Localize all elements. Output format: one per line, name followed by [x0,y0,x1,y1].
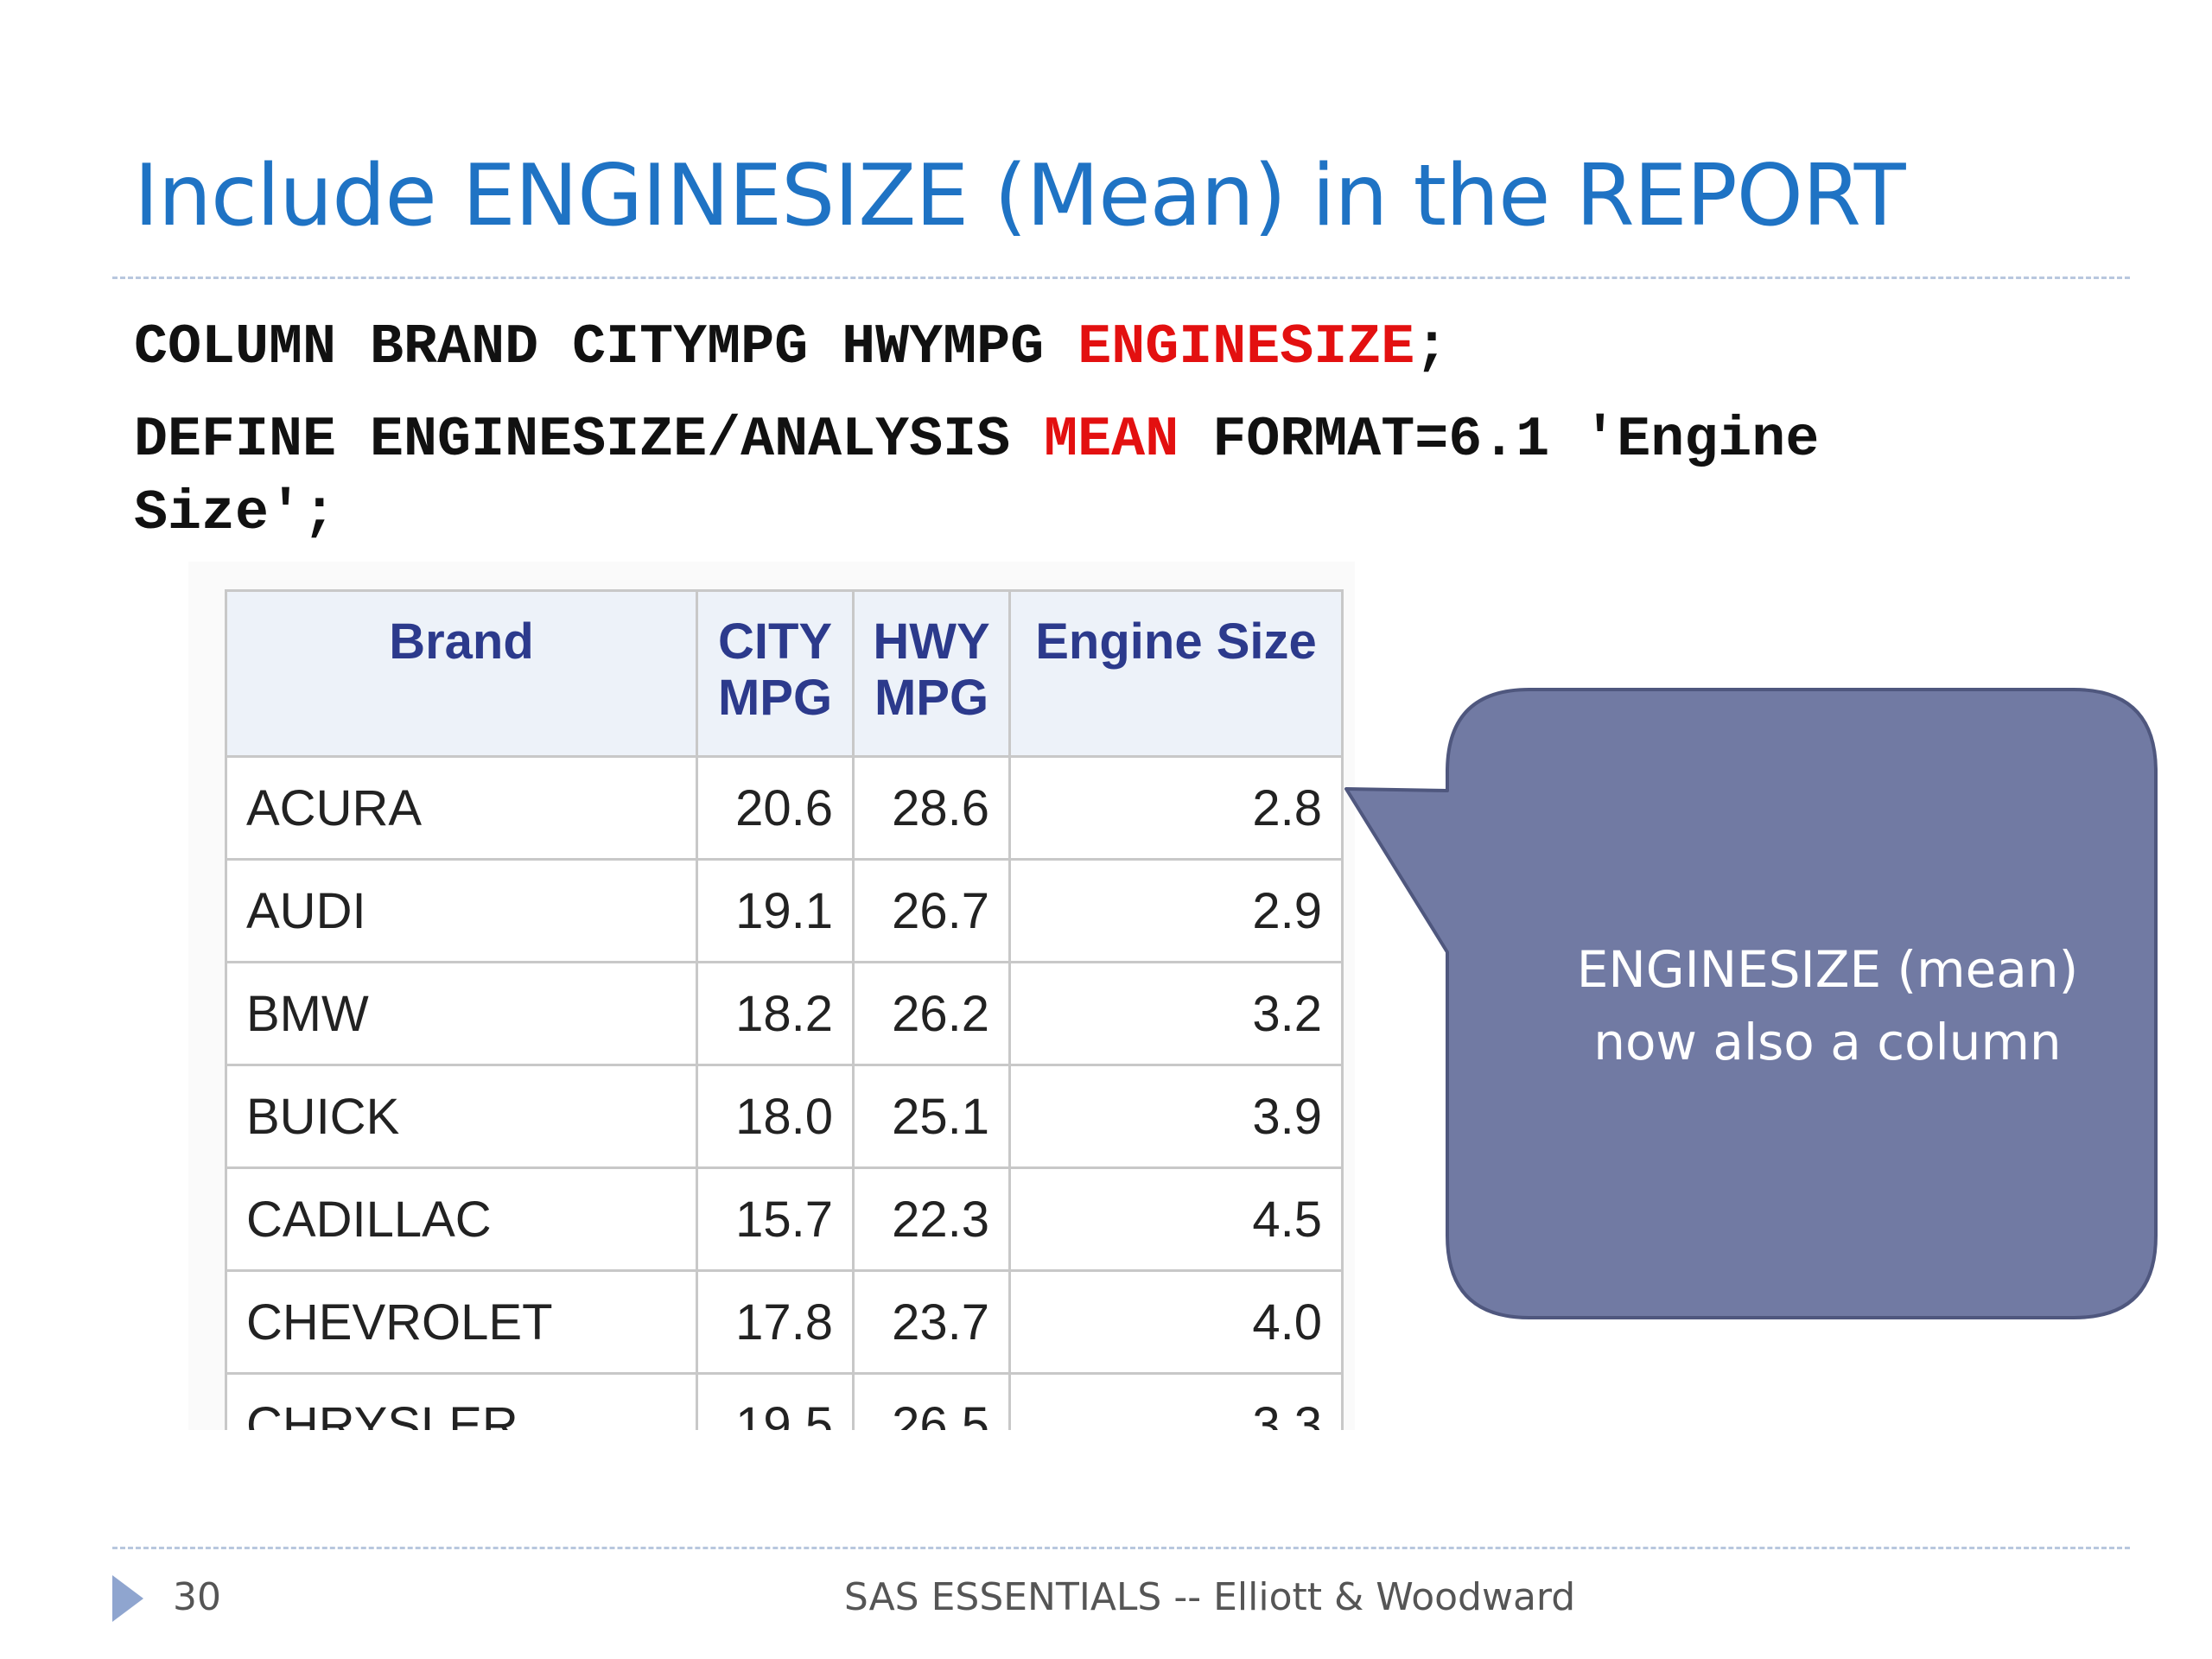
cell-hwy-mpg: 28.6 [852,755,1011,861]
code-text: COLUMN BRAND CITYMPG HWYMPG [134,315,1078,379]
report-table-container: Brand CITY MPG HWY MPG Engine Size ACURA 2… [188,562,1355,1430]
code-highlight: MEAN [1044,408,1179,472]
cell-brand: ACURA [225,755,698,861]
code-line-size: Size'; [134,481,337,545]
triangle-right-icon [112,1575,143,1622]
cell-city-mpg: 19.5 [696,1372,855,1430]
cell-city-mpg: 20.6 [696,755,855,861]
callout-line: now also a column [1593,1013,2062,1072]
cell-brand: CHEVROLET [225,1269,698,1375]
cell-brand: BMW [225,961,698,1066]
code-line-define: DEFINE ENGINESIZE/ANALYSIS MEAN FORMAT=6… [134,412,1819,468]
cell-brand: BUICK [225,1064,698,1169]
bottom-divider [112,1547,2130,1549]
code-text: DEFINE ENGINESIZE/ANALYSIS [134,408,1045,472]
top-divider [112,276,2130,279]
table-row: CHEVROLET 17.8 23.7 4.0 [225,1269,1344,1375]
callout-line: ENGINESIZE (mean) [1576,940,2079,999]
cell-engine-size: 3.3 [1008,1372,1344,1430]
header-brand: Brand [225,589,698,758]
header-hwy-mpg: HWY MPG [852,589,1011,758]
table-row: BUICK 18.0 25.1 3.9 [225,1064,1344,1169]
header-city-mpg: CITY MPG [696,589,855,758]
cell-city-mpg: 17.8 [696,1269,855,1375]
code-text: ; [1414,315,1449,379]
cell-hwy-mpg: 25.1 [852,1064,1011,1169]
cell-hwy-mpg: 23.7 [852,1269,1011,1375]
cell-engine-size: 4.5 [1008,1166,1344,1272]
page-number: 30 [173,1575,221,1619]
slide-title: Include ENGINESIZE (Mean) in the REPORT [134,147,1906,245]
cell-hwy-mpg: 26.2 [852,961,1011,1066]
cell-brand: CADILLAC [225,1166,698,1272]
table-row: BMW 18.2 26.2 3.2 [225,961,1344,1066]
code-line-column: COLUMN BRAND CITYMPG HWYMPG ENGINESIZE; [134,320,1448,376]
cell-engine-size: 2.9 [1008,858,1344,963]
cell-engine-size: 4.0 [1008,1269,1344,1375]
table-header-row: Brand CITY MPG HWY MPG Engine Size [225,589,1344,758]
cell-brand: CHRYSLER [225,1372,698,1430]
callout-bubble: ENGINESIZE (mean) now also a column [1344,683,2164,1331]
cell-brand: AUDI [225,858,698,963]
table-row: CADILLAC 15.7 22.3 4.5 [225,1166,1344,1272]
header-engine-size: Engine Size [1008,589,1344,758]
cell-hwy-mpg: 26.7 [852,858,1011,963]
code-text: FORMAT=6.1 'Engine [1179,408,1820,472]
table-row: ACURA 20.6 28.6 2.8 [225,755,1344,861]
cell-city-mpg: 19.1 [696,858,855,963]
callout-text: ENGINESIZE (mean) now also a column [1491,933,2164,1078]
cell-engine-size: 3.2 [1008,961,1344,1066]
cell-city-mpg: 15.7 [696,1166,855,1272]
table-row: AUDI 19.1 26.7 2.9 [225,858,1344,963]
cell-hwy-mpg: 26.5 [852,1372,1011,1430]
cell-engine-size: 2.8 [1008,755,1344,861]
table-row: CHRYSLER 19.5 26.5 3.3 [225,1372,1344,1430]
footer-text: SAS ESSENTIALS -- Elliott & Woodward [843,1575,1576,1619]
cell-engine-size: 3.9 [1008,1064,1344,1169]
code-highlight: ENGINESIZE [1077,315,1415,379]
cell-city-mpg: 18.0 [696,1064,855,1169]
report-table: Brand CITY MPG HWY MPG Engine Size ACURA 2… [225,589,1344,1430]
cell-city-mpg: 18.2 [696,961,855,1066]
cell-hwy-mpg: 22.3 [852,1166,1011,1272]
